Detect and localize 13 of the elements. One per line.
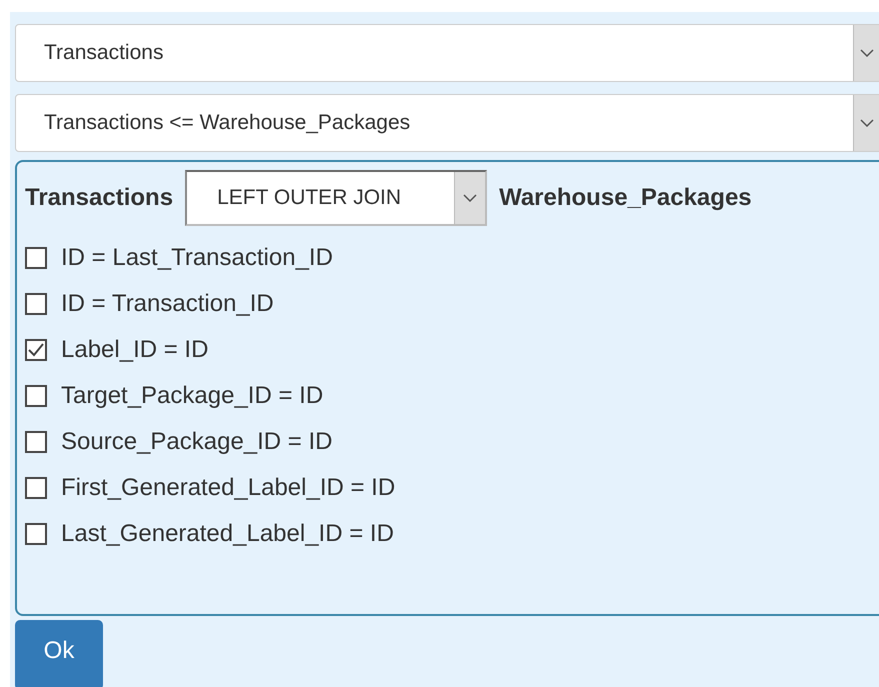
right-table-label: Warehouse_Packages bbox=[499, 184, 752, 212]
relation-select[interactable]: Transactions <= Warehouse_Packages bbox=[15, 94, 879, 152]
condition-label: Label_ID = ID bbox=[61, 336, 208, 364]
condition-label: ID = Last_Transaction_ID bbox=[61, 244, 333, 272]
condition-label: ID = Transaction_ID bbox=[61, 290, 274, 318]
ok-button[interactable]: Ok bbox=[15, 620, 103, 687]
table-select[interactable]: Transactions bbox=[15, 24, 879, 82]
condition-label: Source_Package_ID = ID bbox=[61, 428, 332, 456]
condition-label: Last_Generated_Label_ID = ID bbox=[61, 520, 394, 548]
condition-label: First_Generated_Label_ID = ID bbox=[61, 474, 396, 502]
left-table-label: Transactions bbox=[25, 184, 174, 212]
join-type-select[interactable]: LEFT OUTER JOIN bbox=[185, 170, 488, 226]
condition-label: Target_Package_ID = ID bbox=[61, 382, 324, 410]
